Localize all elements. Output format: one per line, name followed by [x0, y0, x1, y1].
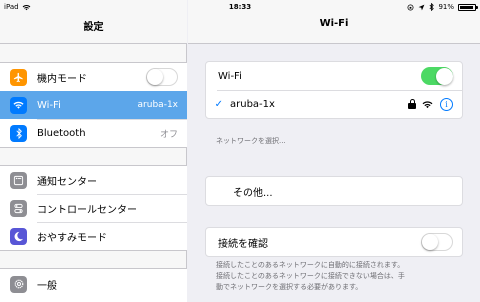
ask-to-join-row: 接続を確認 [206, 228, 462, 256]
sidebar-item-value: aruba-1x [137, 100, 178, 110]
bluetooth-status-icon [429, 3, 435, 11]
sidebar-item-general[interactable]: 一般 [0, 269, 187, 299]
status-bar: iPad 18:33 91% [0, 0, 480, 14]
wifi-label: Wi-Fi [218, 70, 242, 82]
sidebar-group-general: 一般 [0, 268, 187, 302]
sidebar-item-label: 機内モード [37, 73, 87, 85]
network-name: aruba-1x [230, 98, 275, 110]
wifi-toggle-row: Wi-Fi [206, 62, 462, 90]
location-icon [418, 4, 425, 11]
sidebar-item-label: コントロールセンター [37, 204, 137, 216]
other-network-row[interactable]: その他... [206, 177, 462, 205]
gear-icon [10, 275, 27, 293]
page-title: Wi-Fi [319, 18, 349, 29]
battery-icon [458, 3, 478, 11]
sidebar-item-do-not-disturb[interactable]: おやすみモード [0, 222, 187, 250]
footer-line: 動でネットワークを選択する必要があります。 [216, 283, 363, 291]
info-icon[interactable]: i [440, 97, 453, 111]
wifi-toggle[interactable] [421, 67, 453, 85]
checkmark-icon: ✓ [214, 98, 223, 110]
control-center-icon [10, 199, 27, 217]
sidebar-item-wifi[interactable]: Wi-Fi aruba-1x [0, 91, 187, 119]
ask-to-join-label: 接続を確認 [218, 238, 268, 250]
airplane-icon [10, 68, 27, 86]
airplane-mode-toggle[interactable] [146, 68, 178, 86]
sidebar-item-notification-center[interactable]: 通知センター [0, 166, 187, 194]
lock-icon [408, 99, 416, 109]
sidebar-item-label: Bluetooth [37, 127, 86, 139]
network-row-connected[interactable]: ✓ aruba-1x i [206, 90, 462, 118]
other-network-group: その他... [205, 176, 463, 206]
settings-sidebar: 設定 機内モード Wi-Fi aruba-1x Bluetooth オフ 通知セ… [0, 0, 187, 302]
notification-icon [10, 171, 27, 189]
sidebar-item-airplane-mode[interactable]: 機内モード [0, 63, 187, 91]
sidebar-item-control-center[interactable]: コントロールセンター [0, 194, 187, 222]
ask-to-join-footer: 接続したことのあるネットワークに自動的に接続されます。 接続したことのあるネット… [216, 260, 466, 293]
choose-network-header: ネットワークを選択... [216, 137, 286, 145]
sidebar-item-label: 通知センター [37, 176, 97, 188]
sidebar-item-label: おやすみモード [37, 232, 107, 244]
wifi-icon [10, 96, 27, 114]
footer-line: 接続したことのあるネットワークに接続できない場合は、手 [216, 272, 405, 280]
sidebar-group-connectivity: 機内モード Wi-Fi aruba-1x Bluetooth オフ [0, 62, 187, 148]
rotation-lock-icon [407, 4, 414, 11]
wifi-group: Wi-Fi ✓ aruba-1x i [205, 61, 463, 119]
ask-to-join-group: 接続を確認 [205, 227, 463, 257]
sidebar-item-value: オフ [159, 129, 178, 140]
wifi-signal-icon [422, 100, 433, 109]
bluetooth-icon [10, 124, 27, 142]
moon-icon [10, 227, 27, 245]
sidebar-group-system: 通知センター コントロールセンター おやすみモード [0, 165, 187, 251]
sidebar-item-label: 一般 [37, 280, 57, 292]
sidebar-item-bluetooth[interactable]: Bluetooth オフ [0, 119, 187, 147]
battery-percent: 91% [438, 3, 454, 11]
ask-to-join-toggle[interactable] [421, 233, 453, 251]
sidebar-title: 設定 [83, 22, 104, 33]
other-network-label: その他... [233, 187, 273, 199]
sidebar-item-label: Wi-Fi [37, 99, 61, 111]
footer-line: 接続したことのあるネットワークに自動的に接続されます。 [216, 261, 405, 269]
wifi-detail-pane: Wi-Fi Wi-Fi ✓ aruba-1x i ネットワークを選択... その… [188, 0, 480, 302]
